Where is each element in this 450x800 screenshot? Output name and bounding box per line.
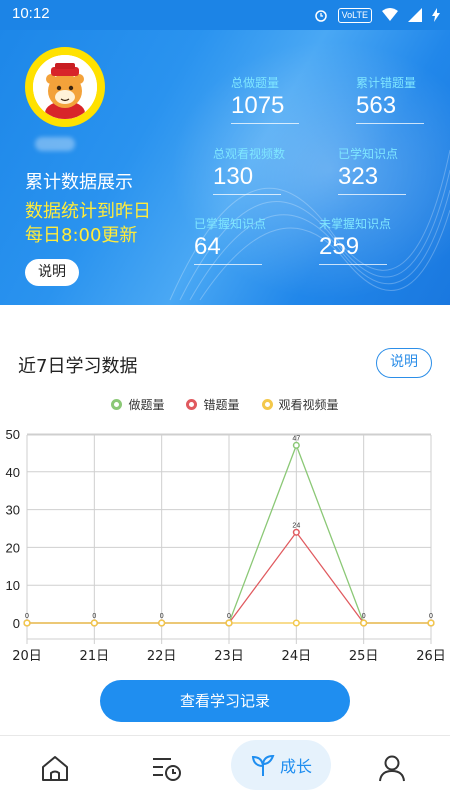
y-tick-label: 30 xyxy=(6,503,20,518)
alarm-icon xyxy=(314,10,327,22)
tab-growth-label: 成长 xyxy=(279,757,312,776)
sprout-icon xyxy=(251,754,275,776)
section-title: 近7日学习数据 xyxy=(18,356,138,377)
legend-item[interactable]: 做题量 xyxy=(111,396,164,413)
data-point xyxy=(90,619,98,627)
section-explain-button[interactable]: 说明 xyxy=(376,348,432,378)
x-tick-label: 25日 xyxy=(349,649,379,664)
stat-label: 已掌握知识点 xyxy=(194,217,267,231)
stat-label: 总观看视频数 xyxy=(213,147,286,161)
x-tick-label: 24日 xyxy=(282,649,312,664)
x-tick-label: 23日 xyxy=(214,649,244,664)
y-tick-label: 10 xyxy=(6,578,20,593)
x-tick-label: 26日 xyxy=(416,649,446,664)
data-point xyxy=(23,619,31,627)
legend-marker-icon xyxy=(186,399,198,410)
data-label: 47 xyxy=(292,435,300,442)
y-tick-label: 0 xyxy=(13,616,20,631)
data-label: 0 xyxy=(92,613,96,620)
study-line-chart: 0102030405020日 21日 22日 23日 24日 25日 26日0 0 0 0470 0… xyxy=(6,427,446,664)
legend-item[interactable]: 观看视频量 xyxy=(261,396,339,413)
stat-label: 累计错题量 xyxy=(356,76,417,90)
data-point xyxy=(292,528,300,536)
data-label: 0 xyxy=(25,613,29,620)
stat-total-wrong: 累计错题量 563 xyxy=(356,74,450,124)
status-bar: 10:12 VoLTE xyxy=(0,0,450,30)
data-label: 0 xyxy=(160,613,164,620)
legend-label: 做题量 xyxy=(128,398,165,412)
tab-profile[interactable] xyxy=(362,735,422,800)
data-label: 0 xyxy=(362,613,366,620)
data-point xyxy=(427,619,435,627)
stat-value: 563 xyxy=(356,92,397,119)
y-tick-label: 20 xyxy=(6,540,20,555)
stat-points-learned: 已学知识点 323 xyxy=(338,145,438,195)
home-icon xyxy=(42,755,68,781)
stat-underline xyxy=(194,264,262,265)
stat-total-questions: 总做题量 1075 xyxy=(231,74,331,124)
x-tick-label: 20日 xyxy=(12,649,42,664)
stat-points-mastered: 已掌握知识点 64 xyxy=(194,215,294,265)
update-note-line1: 数据统计到昨日 xyxy=(25,201,151,222)
stat-value: 259 xyxy=(319,233,360,260)
x-tick-label: 21日 xyxy=(80,649,110,664)
tab-growth[interactable]: 成长 xyxy=(231,740,331,790)
stat-label: 已学知识点 xyxy=(338,147,399,161)
avatar-image xyxy=(33,55,97,119)
stats-header: 10:12 VoLTE 累计数据展示 数据统计到昨日 每日8:00更新 说明 总… xyxy=(0,0,450,305)
chart-legend: 做题量 错题量 观看视频量 xyxy=(0,396,450,413)
data-point xyxy=(292,619,300,627)
legend-item[interactable]: 错题量 xyxy=(186,396,240,413)
data-label: 0 xyxy=(227,613,231,620)
stat-value: 130 xyxy=(213,163,254,190)
history-list-icon xyxy=(153,757,181,781)
stat-videos-watched: 总观看视频数 130 xyxy=(213,145,313,195)
legend-label: 观看视频量 xyxy=(278,398,339,412)
stat-value: 323 xyxy=(338,163,379,190)
stat-label: 总做题量 xyxy=(231,76,280,90)
legend-label: 错题量 xyxy=(203,398,240,412)
update-note-line2: 每日8:00更新 xyxy=(25,225,138,246)
stat-label: 未掌握知识点 xyxy=(319,217,392,231)
x-tick-label: 22日 xyxy=(147,649,177,664)
user-icon xyxy=(379,755,405,781)
y-tick-label: 50 xyxy=(6,427,20,442)
tab-home[interactable] xyxy=(25,735,85,800)
tiger-mascot-icon xyxy=(33,55,97,119)
data-point xyxy=(225,619,233,627)
stat-underline xyxy=(356,123,424,124)
stat-value: 64 xyxy=(194,233,221,260)
stat-underline xyxy=(338,194,406,195)
view-records-button[interactable]: 查看学习记录 xyxy=(100,680,350,722)
update-note: 数据统计到昨日 每日8:00更新 xyxy=(25,200,151,248)
volte-badge: VoLTE xyxy=(337,7,372,23)
header-title: 累计数据展示 xyxy=(25,172,133,193)
status-icons: VoLTE xyxy=(314,6,440,24)
data-label: 0 xyxy=(429,613,433,620)
username-blurred xyxy=(35,137,75,151)
data-label: 24 xyxy=(292,522,300,529)
tab-history[interactable] xyxy=(137,735,197,800)
signal-icon xyxy=(408,8,422,22)
header-explain-button[interactable]: 说明 xyxy=(25,259,79,286)
y-tick-label: 40 xyxy=(6,465,20,480)
wifi-icon xyxy=(382,8,398,21)
stat-points-unmastered: 未掌握知识点 259 xyxy=(319,215,419,265)
stat-underline xyxy=(319,264,387,265)
data-point xyxy=(292,441,300,449)
legend-marker-icon xyxy=(111,399,123,410)
data-point xyxy=(360,619,368,627)
battery-charging-icon xyxy=(432,8,440,22)
data-point xyxy=(158,619,166,627)
stat-value: 1075 xyxy=(231,92,285,119)
stat-underline xyxy=(231,123,299,124)
legend-marker-icon xyxy=(261,399,273,410)
avatar[interactable] xyxy=(25,47,105,127)
stat-underline xyxy=(213,194,281,195)
status-time: 10:12 xyxy=(12,5,50,22)
